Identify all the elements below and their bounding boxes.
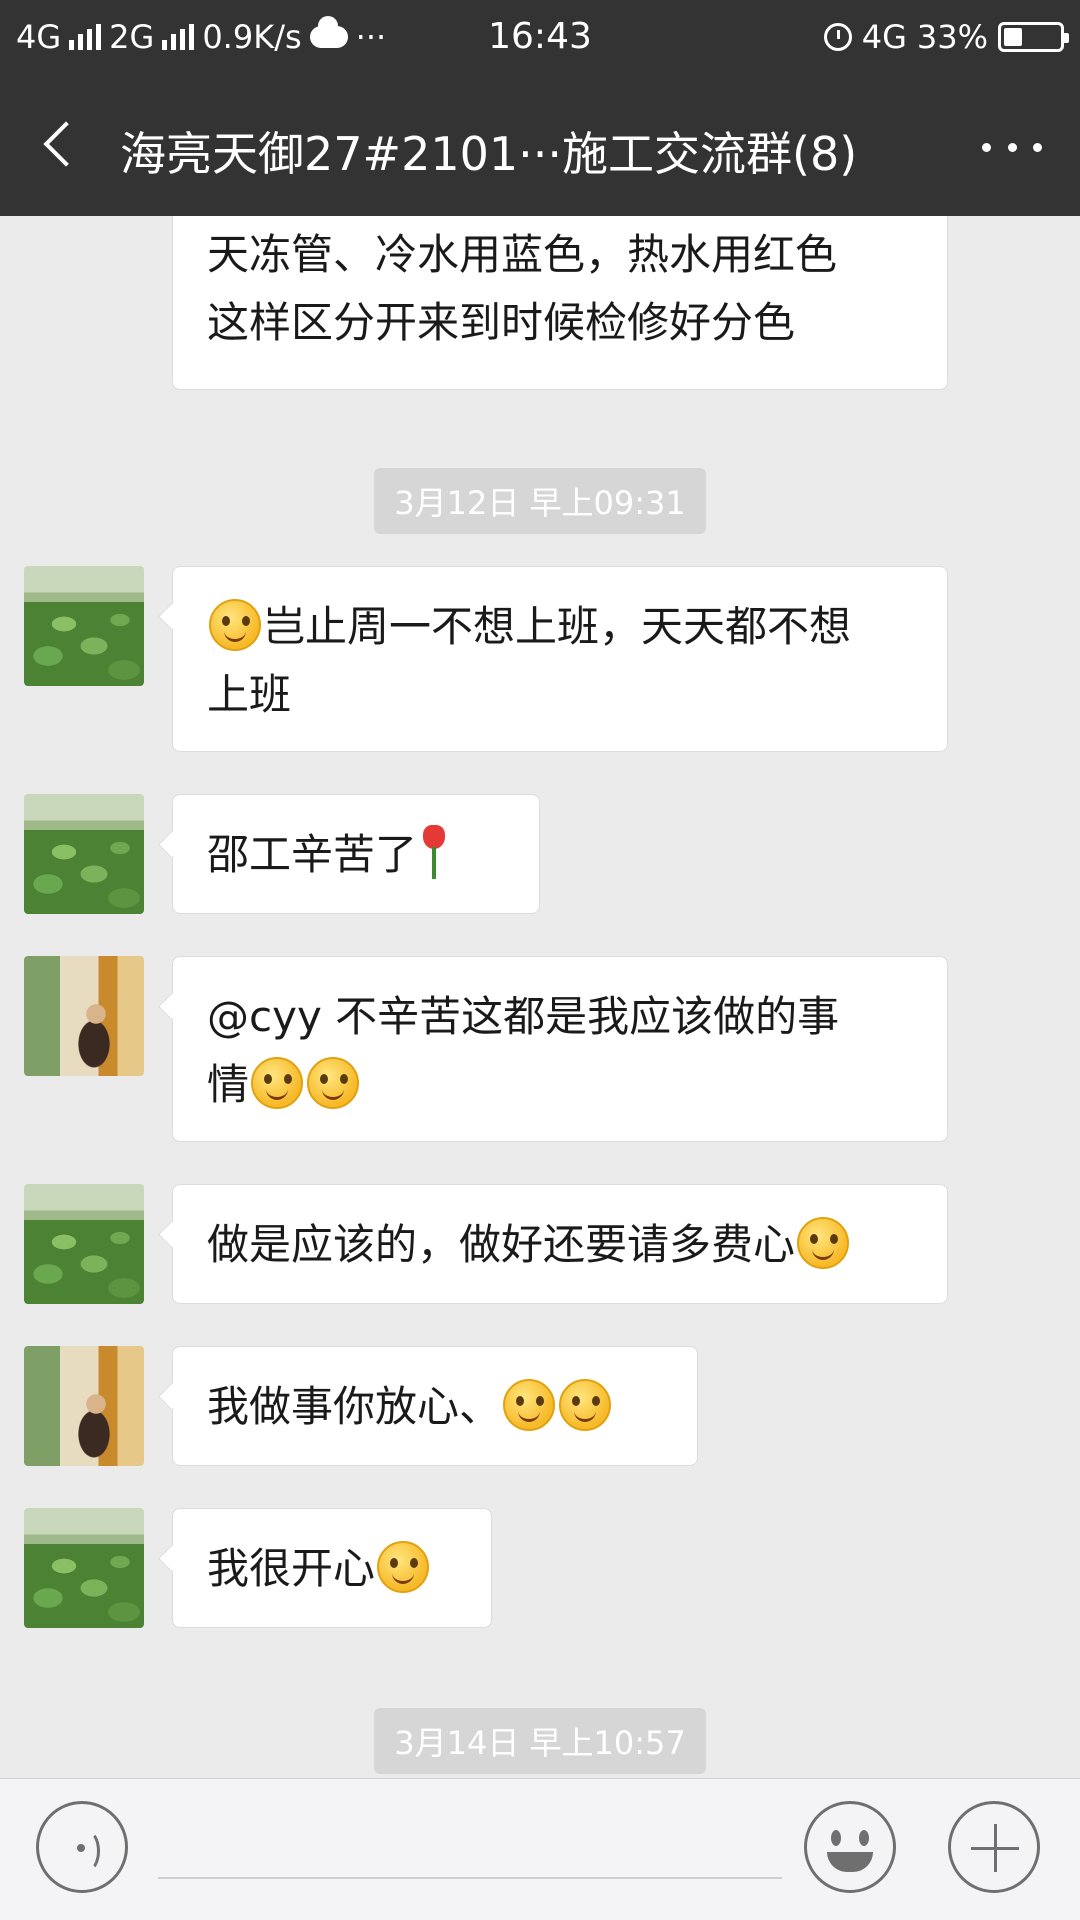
lotus-avatar[interactable] <box>24 566 144 686</box>
smile-face-icon <box>377 1541 430 1593</box>
blush-face-icon <box>797 1217 850 1269</box>
message-text: 我很开心 <box>207 1544 376 1593</box>
message-text: 我做事你放心、 <box>207 1382 502 1431</box>
timestamp-label: 3月14日 早上10:57 <box>374 1708 706 1774</box>
message-text: 岂止周一不想上班，天天都不想 <box>263 602 852 651</box>
chat-header: 海亮天御27#2101···施工交流群(8) <box>0 76 1080 216</box>
message-bubble[interactable]: 天冻管、冷水用蓝色，热水用红色 这样区分开来到时候检修好分色 <box>172 216 948 390</box>
smiling-face-icon <box>307 1057 360 1109</box>
message-text: 邵工辛苦了 <box>207 830 418 879</box>
message-bubble[interactable]: 邵工辛苦了 <box>172 794 540 914</box>
message-bubble[interactable]: @cyy 不辛苦这都是我应该做的事 情 <box>172 956 948 1142</box>
more-options-icon[interactable] <box>982 132 1042 162</box>
message-text: 情 <box>207 1060 250 1109</box>
message-input[interactable] <box>158 1875 782 1879</box>
chat-title: 海亮天御27#2101···施工交流群(8) <box>120 127 858 181</box>
back-icon[interactable] <box>38 120 88 170</box>
message-line: 天冻管、冷水用蓝色，热水用红色 <box>207 230 838 279</box>
timestamp-label: 3月12日 早上09:31 <box>374 468 706 534</box>
monk-avatar[interactable] <box>24 1346 144 1466</box>
battery-fill <box>1004 28 1022 46</box>
message-bubble[interactable]: 我做事你放心、 <box>172 1346 698 1466</box>
blush-face-icon <box>559 1379 612 1431</box>
battery-icon <box>998 22 1069 52</box>
alarm-icon <box>823 23 852 51</box>
message-bubble[interactable]: 岂止周一不想上班，天天都不想 上班 <box>172 566 948 752</box>
message-bubble[interactable]: 做是应该的，做好还要请多费心 <box>172 1184 948 1304</box>
monk-avatar[interactable] <box>24 956 144 1076</box>
status-right: 4G 33% <box>823 18 1069 56</box>
message-bubble[interactable]: 我很开心 <box>172 1508 492 1628</box>
emoji-button[interactable] <box>804 1801 896 1893</box>
message-list[interactable]: 天冻管、冷水用蓝色，热水用红色 这样区分开来到时候检修好分色 3月12日 早上0… <box>0 216 1080 1778</box>
voice-input-button[interactable] <box>36 1801 128 1893</box>
lotus-avatar[interactable] <box>24 794 144 914</box>
smiling-face-icon <box>251 1057 304 1109</box>
message-line: 上班 <box>207 670 292 719</box>
input-bar <box>0 1778 1080 1920</box>
lotus-avatar[interactable] <box>24 1184 144 1304</box>
message-line: 情 <box>207 1051 913 1119</box>
status-bar: 4G 2G 0.9K/s ··· 16:43 4G 33% <box>0 0 1080 76</box>
lotus-avatar[interactable] <box>24 1508 144 1628</box>
network-4g-right: 4G <box>861 18 907 56</box>
message-line: @cyy 不辛苦这都是我应该做的事 <box>207 992 840 1041</box>
timestamp: 3月14日 早上10:57 <box>0 1708 1080 1774</box>
blush-face-icon <box>503 1379 556 1431</box>
message-line: 这样区分开来到时候检修好分色 <box>207 298 796 347</box>
battery-percent: 33% <box>916 18 988 56</box>
add-attachment-button[interactable] <box>948 1801 1040 1893</box>
message-text: 做是应该的，做好还要请多费心 <box>207 1220 796 1269</box>
thinking-face-icon <box>209 599 261 651</box>
timestamp: 3月12日 早上09:31 <box>0 468 1080 534</box>
rose-icon <box>417 825 449 881</box>
message-line: 岂止周一不想上班，天天都不想 <box>207 593 913 661</box>
